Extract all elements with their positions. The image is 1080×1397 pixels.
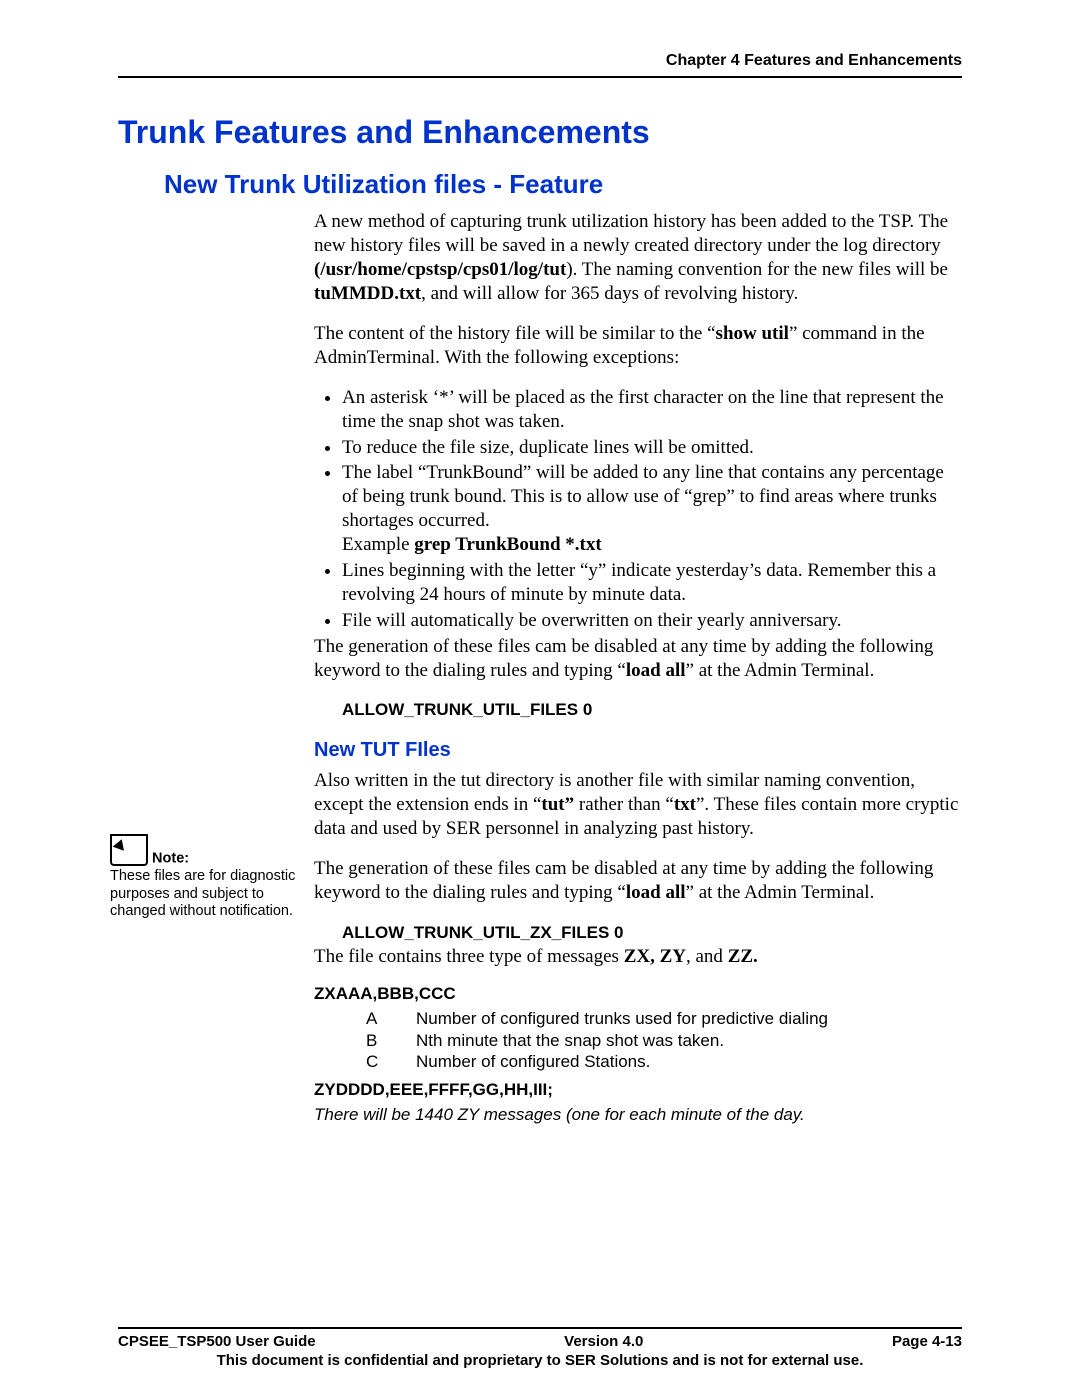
note-body: These files are for diagnostic purposes … xyxy=(110,868,295,919)
keyword-allow-trunk-util-files: ALLOW_TRUNK_UTIL_FILES 0 xyxy=(342,699,962,720)
exception-list: An asterisk ‘*’ will be placed as the fi… xyxy=(314,386,962,633)
field-b: BNth minute that the snap shot was taken… xyxy=(366,1030,962,1051)
filename-format: tuMMDD.txt xyxy=(314,283,421,304)
list-item: Lines beginning with the letter “y” indi… xyxy=(342,559,962,607)
field-label: A xyxy=(366,1008,416,1029)
command-load-all: load all xyxy=(626,882,686,903)
section-tut-files: New TUT FIles xyxy=(314,738,962,763)
list-item: To reduce the file size, duplicate lines… xyxy=(342,436,962,460)
footer-version: Version 4.0 xyxy=(564,1333,643,1350)
log-directory-path: (/usr/home/cpstsp/cps01/log/tut xyxy=(314,259,566,280)
chapter-header: Chapter 4 Features and Enhancements xyxy=(118,52,962,70)
field-label: B xyxy=(366,1030,416,1051)
paragraph-disable: The generation of these files cam be dis… xyxy=(314,635,962,683)
field-desc: Nth minute that the snap shot was taken. xyxy=(416,1031,724,1050)
zy-format-header: ZYDDDD,EEE,FFFF,GG,HH,III; xyxy=(314,1079,962,1100)
margin-note: Note: These files are for diagnostic pur… xyxy=(110,834,300,921)
ext-txt: txt xyxy=(674,794,696,815)
field-a: ANumber of configured trunks used for pr… xyxy=(366,1008,962,1029)
header-divider xyxy=(118,76,962,78)
field-c: CNumber of configured Stations. xyxy=(366,1051,962,1072)
note-title: Note: xyxy=(152,850,189,866)
field-desc: Number of configured trunks used for pre… xyxy=(416,1009,828,1028)
keyword-and-msgline: ALLOW_TRUNK_UTIL_ZX_FILES 0 The file con… xyxy=(314,921,962,969)
page-footer: CPSEE_TSP500 User Guide Version 4.0 Page… xyxy=(118,1327,962,1369)
paragraph-showutil: The content of the history file will be … xyxy=(314,322,962,370)
example-label: Example xyxy=(342,534,414,555)
text: ). The naming convention for the new fil… xyxy=(566,259,948,280)
paragraph-tut-disable: The generation of these files cam be dis… xyxy=(314,857,962,905)
command-load-all: load all xyxy=(626,660,686,681)
footer-row: CPSEE_TSP500 User Guide Version 4.0 Page… xyxy=(118,1333,962,1350)
text: A new method of capturing trunk utilizat… xyxy=(314,211,948,256)
ext-tut: tut” xyxy=(541,794,574,815)
list-item: File will automatically be overwritten o… xyxy=(342,609,962,633)
document-page: Chapter 4 Features and Enhancements Trun… xyxy=(0,0,1080,1397)
footer-page-number: Page 4-13 xyxy=(892,1333,962,1350)
footer-divider xyxy=(118,1327,962,1329)
text: The file contains three type of messages xyxy=(314,946,624,967)
grep-command: grep TrunkBound *.txt xyxy=(414,534,601,555)
list-item: The label “TrunkBound” will be added to … xyxy=(342,461,962,557)
field-desc: Number of configured Stations. xyxy=(416,1052,650,1071)
section-subtitle: New Trunk Utilization files - Feature xyxy=(164,169,962,200)
list-item: An asterisk ‘*’ will be placed as the fi… xyxy=(342,386,962,434)
msg-types-zxzy: ZX, ZY xyxy=(624,946,686,967)
body-column: A new method of capturing trunk utilizat… xyxy=(314,210,962,1125)
paragraph-intro: A new method of capturing trunk utilizat… xyxy=(314,210,962,306)
zx-format-header: ZXAAA,BBB,CCC xyxy=(314,983,962,1004)
text: , and xyxy=(686,946,728,967)
text: ” at the Admin Terminal. xyxy=(686,882,875,903)
page-title: Trunk Features and Enhancements xyxy=(118,114,962,151)
footer-confidential: This document is confidential and propri… xyxy=(118,1352,962,1369)
field-label: C xyxy=(366,1051,416,1072)
command-show-util: show util xyxy=(716,323,789,344)
note-icon xyxy=(110,834,148,866)
text: ” at the Admin Terminal. xyxy=(686,660,875,681)
paragraph-tut-intro: Also written in the tut directory is ano… xyxy=(314,769,962,841)
zy-count-note: There will be 1440 ZY messages (one for … xyxy=(314,1104,962,1125)
keyword-allow-trunk-util-zx-files: ALLOW_TRUNK_UTIL_ZX_FILES 0 xyxy=(342,923,623,942)
footer-doc-title: CPSEE_TSP500 User Guide xyxy=(118,1333,316,1350)
msg-type-zz: ZZ. xyxy=(728,946,758,967)
text: rather than “ xyxy=(574,794,674,815)
text: The content of the history file will be … xyxy=(314,323,716,344)
text: , and will allow for 365 days of revolvi… xyxy=(421,283,798,304)
text: The label “TrunkBound” will be added to … xyxy=(342,462,944,531)
